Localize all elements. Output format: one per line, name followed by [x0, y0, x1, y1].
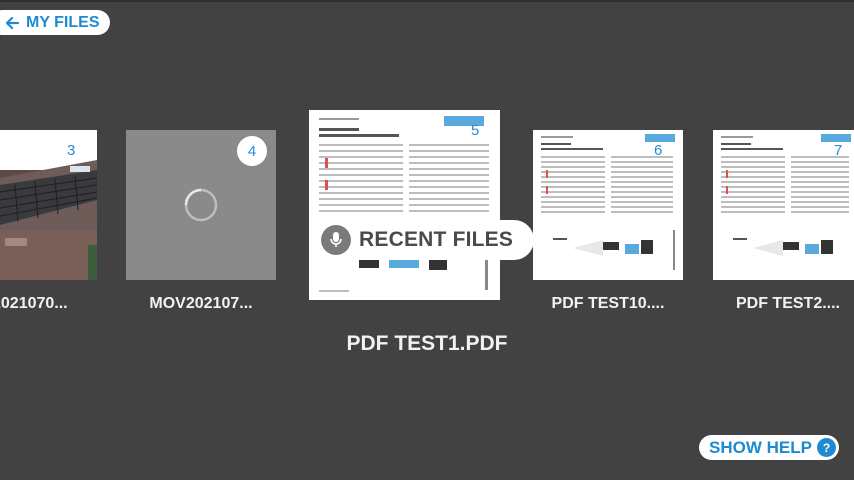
- pdf-thumbnail: [713, 130, 854, 280]
- file-card-7[interactable]: 7: [713, 130, 854, 280]
- top-edge: [0, 0, 854, 2]
- file-caption: PDF TEST2....: [735, 295, 840, 312]
- file-card-5-selected[interactable]: 5: [309, 110, 500, 300]
- item-number: 7: [834, 142, 843, 159]
- file-card-6[interactable]: 6: [533, 130, 683, 280]
- help-icon: ?: [817, 438, 836, 457]
- my-files-button[interactable]: MY FILES: [0, 10, 110, 35]
- file-caption-selected: PDF TEST1.PDF: [346, 332, 508, 355]
- file-card-3[interactable]: 3: [0, 130, 97, 280]
- file-caption: MOV202107...: [149, 295, 253, 312]
- file-caption: 2021070...: [0, 295, 68, 312]
- arrow-left-icon: [5, 16, 20, 29]
- item-number-badge: 4: [237, 136, 267, 166]
- show-help-label: SHOW HELP: [709, 437, 812, 457]
- photo-thumbnail: [0, 130, 97, 280]
- item-number: 3: [67, 142, 76, 159]
- file-card-4[interactable]: 4: [126, 130, 276, 280]
- recent-files-label: RECENT FILES: [359, 228, 514, 251]
- file-caption: PDF TEST10....: [551, 295, 665, 312]
- item-number: 6: [654, 142, 663, 159]
- show-help-button[interactable]: SHOW HELP ?: [699, 435, 839, 460]
- recent-files-voice-label[interactable]: RECENT FILES: [316, 220, 534, 260]
- my-files-label: MY FILES: [26, 13, 100, 31]
- item-number: 5: [471, 122, 480, 139]
- microphone-icon: [321, 225, 351, 255]
